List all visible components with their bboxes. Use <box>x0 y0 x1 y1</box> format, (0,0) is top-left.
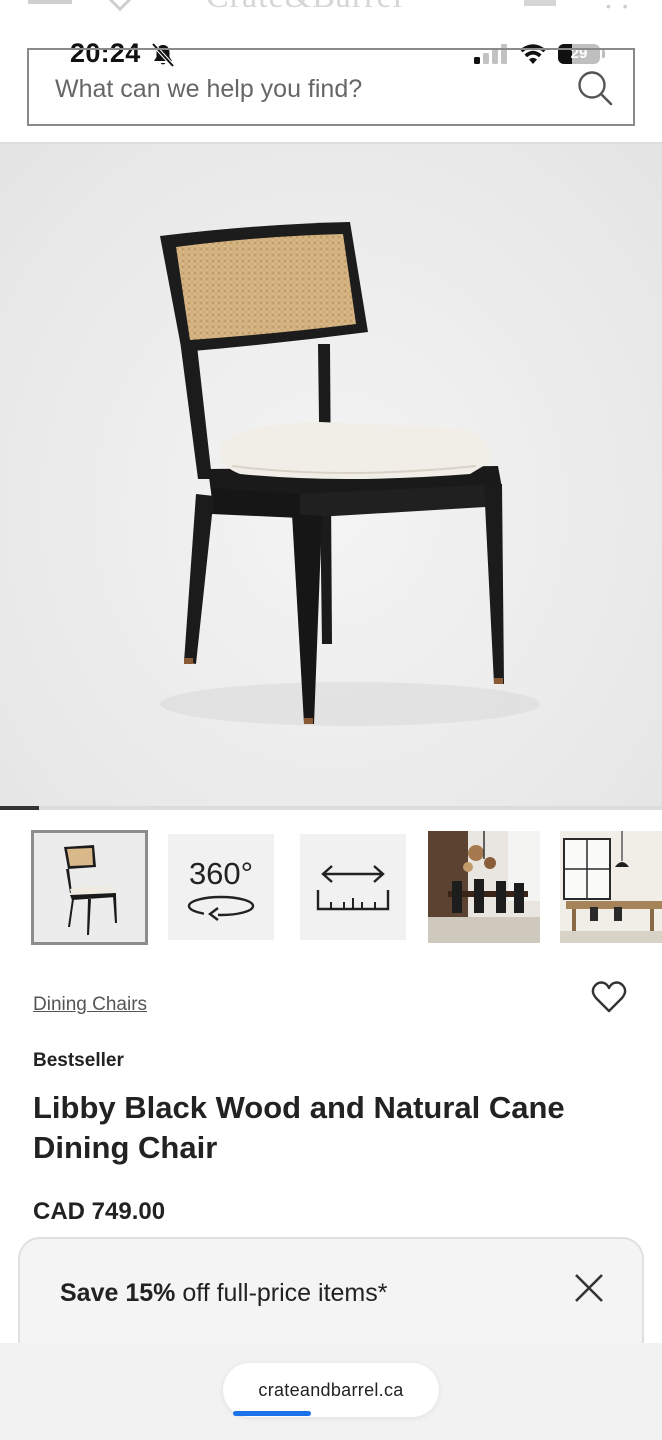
breadcrumb-dining-chairs[interactable]: Dining Chairs <box>33 994 147 1016</box>
product-title: Libby Black Wood and Natural Cane Dining… <box>33 1090 565 1165</box>
search-icon[interactable] <box>575 68 615 108</box>
account-icon[interactable] <box>524 0 556 6</box>
rotate-arrows-icon <box>187 895 255 921</box>
cart-icon[interactable]: • • <box>606 0 632 12</box>
thumbnail-360-view[interactable]: 360° <box>168 834 274 940</box>
ruler-dimensions-icon <box>316 865 390 911</box>
product-hero-image[interactable] <box>0 144 662 806</box>
product-price: CAD 749.00 <box>33 1198 166 1225</box>
product-page: Crate&Barrel • • 20:24 29 <box>0 0 662 1440</box>
thumbnail-kitchen-scene[interactable] <box>560 831 662 943</box>
location-icon[interactable] <box>108 0 132 12</box>
thumbnail-dining-room-scene[interactable] <box>428 831 540 943</box>
gallery-progress-track <box>0 806 662 810</box>
chair-illustration <box>160 222 540 726</box>
thumbnail-dimensions[interactable] <box>300 834 406 940</box>
menu-icon[interactable] <box>28 0 72 4</box>
chair-thumbnail-image <box>34 833 145 942</box>
close-icon[interactable] <box>572 1271 606 1305</box>
gallery-progress-fill <box>0 806 39 810</box>
promo-message: Save 15% off full-price items* <box>60 1279 387 1308</box>
kitchen-photo <box>560 831 662 943</box>
promo-detail: off full-price items* <box>175 1279 388 1307</box>
promo-discount: Save 15% <box>60 1279 176 1307</box>
site-header: Crate&Barrel • • <box>0 0 662 12</box>
search-bar[interactable] <box>27 48 635 126</box>
search-input[interactable] <box>55 70 555 108</box>
address-bar[interactable]: crateandbarrel.ca <box>223 1363 439 1417</box>
thumbnail-chair-selected[interactable] <box>31 830 148 945</box>
bestseller-badge: Bestseller <box>33 1050 124 1071</box>
page-load-progress <box>233 1411 311 1416</box>
dining-room-photo <box>428 831 540 943</box>
site-logo[interactable]: Crate&Barrel <box>206 0 403 12</box>
spin-360-label: 360° <box>188 856 254 891</box>
heart-icon[interactable] <box>591 980 627 1014</box>
